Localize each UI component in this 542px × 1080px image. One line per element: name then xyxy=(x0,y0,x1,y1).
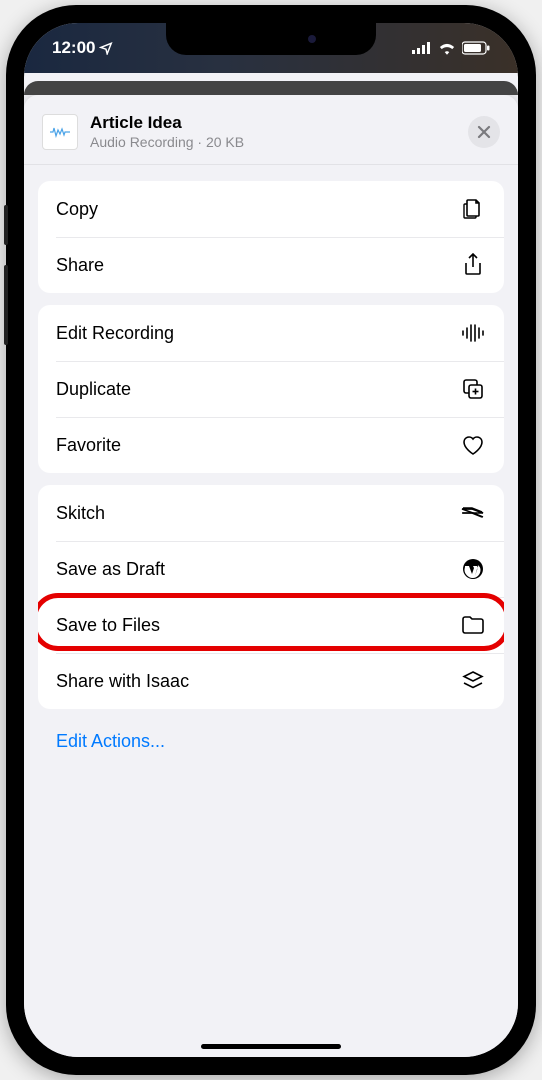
actions-list: Copy Share xyxy=(24,165,518,778)
home-indicator[interactable] xyxy=(201,1044,341,1049)
share-icon xyxy=(460,252,486,278)
action-skitch[interactable]: Skitch xyxy=(38,485,504,541)
wordpress-icon xyxy=(460,556,486,582)
waveform-icon xyxy=(460,320,486,346)
cellular-icon xyxy=(412,42,432,54)
action-edit-recording[interactable]: Edit Recording xyxy=(38,305,504,361)
skitch-icon xyxy=(460,500,486,526)
action-duplicate[interactable]: Duplicate xyxy=(38,361,504,417)
audio-file-icon xyxy=(42,114,78,150)
file-title: Article Idea xyxy=(90,113,468,133)
close-icon xyxy=(477,125,491,139)
location-icon xyxy=(99,41,113,55)
edit-actions-link[interactable]: Edit Actions... xyxy=(38,721,504,762)
action-group-3: Skitch Save as Draft Save xyxy=(38,485,504,709)
action-group-2: Edit Recording Duplicate F xyxy=(38,305,504,473)
close-button[interactable] xyxy=(468,116,500,148)
sheet-header: Article Idea Audio Recording · 20 KB xyxy=(24,95,518,164)
stack-icon xyxy=(460,668,486,694)
copy-icon xyxy=(460,196,486,222)
action-share-with-isaac[interactable]: Share with Isaac xyxy=(38,653,504,709)
folder-icon xyxy=(460,612,486,638)
file-subtitle: Audio Recording · 20 KB xyxy=(90,134,468,150)
wifi-icon xyxy=(438,41,456,55)
action-group-1: Copy Share xyxy=(38,181,504,293)
action-share[interactable]: Share xyxy=(38,237,504,293)
heart-icon xyxy=(460,432,486,458)
action-copy[interactable]: Copy xyxy=(38,181,504,237)
share-sheet: Article Idea Audio Recording · 20 KB Cop… xyxy=(24,95,518,1057)
action-save-as-draft[interactable]: Save as Draft xyxy=(38,541,504,597)
duplicate-icon xyxy=(460,376,486,402)
action-save-to-files[interactable]: Save to Files xyxy=(38,597,504,653)
status-time: 12:00 xyxy=(52,38,113,58)
action-favorite[interactable]: Favorite xyxy=(38,417,504,473)
battery-icon xyxy=(462,41,490,55)
